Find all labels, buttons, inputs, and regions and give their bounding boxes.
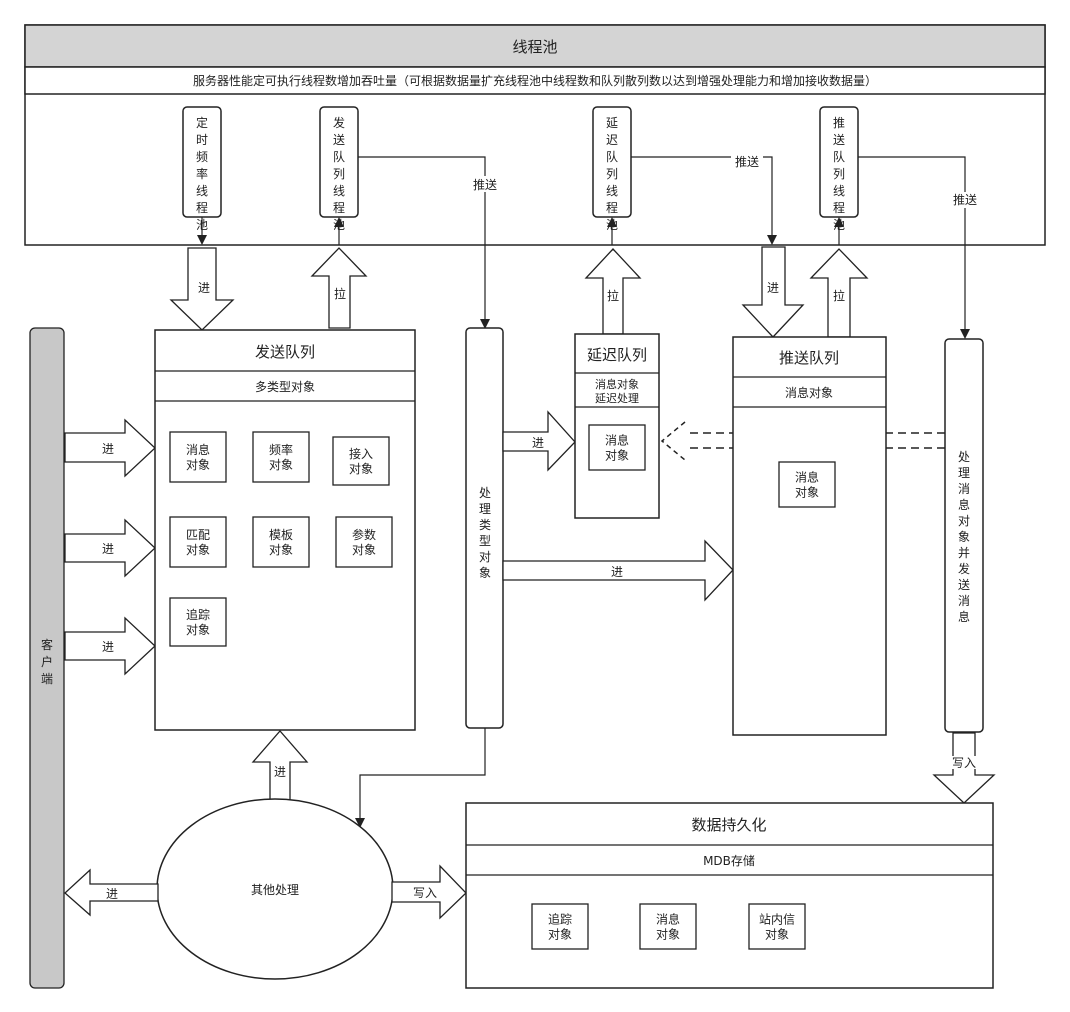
worker-timer: 定时频率线程池 [182,106,222,232]
send-object-trace: 追踪对象 [169,597,227,647]
svg-text:进: 进 [611,565,623,579]
other-processing: 其他处理 [156,798,394,980]
send-object-message: 消息对象 [169,431,227,483]
svg-text:进: 进 [106,887,118,901]
send-object-access: 接入对象 [332,436,390,486]
send-queue-subtitle: 多类型对象 [255,380,315,394]
object-label: 消息 [186,442,210,457]
object-label: 频率 [269,442,293,457]
pull-arrow-push-queue: 拉 [809,248,869,338]
object-label: 对象 [186,543,210,557]
svg-text:进: 进 [198,281,210,295]
send-queue-title: 发送队列 [255,343,315,361]
object-label: 匹配 [186,528,210,542]
push-queue: 推送队列 消息对象 [732,336,887,736]
in-arrow-send-queue: 进 [169,247,235,331]
svg-text:进: 进 [102,442,114,456]
object-label: 消息 [795,470,819,485]
push-label-3: 推送 [953,192,977,207]
svg-text:进: 进 [102,640,114,654]
svg-text:拉: 拉 [607,288,619,303]
object-label: 消息 [656,912,680,927]
push-queue-title: 推送队列 [779,349,839,367]
worker-send-label: 发送队列线程池 [333,115,345,232]
delay-queue-title: 延迟队列 [587,346,647,364]
object-label: 对象 [656,928,680,942]
delay-queue-subtitle-1: 消息对象 [595,377,639,391]
client-bar: 客户端 [29,327,65,989]
send-object-match: 匹配对象 [169,516,227,568]
thread-pool: 线程池 服务器性能定可执行线程数增加吞吐量（可根据数据量扩充线程池中线程数和队列… [24,24,1046,246]
in-arrow-push-queue: 进 [741,246,805,338]
object-label: 对象 [765,928,789,942]
object-label: 对象 [795,486,819,500]
push-label-2: 推送 [735,154,759,169]
in-arrow-to-client: 进 [64,868,159,917]
worker-push-label: 推送队列线程池 [833,116,845,232]
object-label: 站内信 [759,913,795,927]
write-arrow-persistence: 写入 [932,732,996,804]
object-label: 对象 [186,458,210,472]
svg-text:写入: 写入 [952,756,976,770]
in-arrow-push-queue-from-process: 进 [502,539,734,602]
persistence: 数据持久化 MDB存储 [465,802,994,989]
object-label: 对象 [605,449,629,463]
svg-text:进: 进 [102,542,114,556]
delay-queue-subtitle-2: 延迟处理 [595,392,639,405]
svg-text:进: 进 [767,281,779,295]
svg-text:写入: 写入 [413,886,437,900]
process-send: 处理消息对象并发送消息 [944,338,984,733]
object-label: 对象 [352,543,376,557]
thread-pool-subtitle: 服务器性能定可执行线程数增加吞吐量（可根据数据量扩充线程池中线程数和队列散列数以… [193,73,877,88]
other-processing-label: 其他处理 [251,883,299,897]
client-label: 客户端 [41,637,53,686]
object-label: 参数 [352,527,376,542]
persistence-subtitle: MDB存储 [703,853,755,868]
object-label: 对象 [269,543,293,557]
persist-object-trace: 追踪对象 [531,903,589,950]
persistence-title: 数据持久化 [691,816,766,834]
thread-pool-title: 线程池 [512,38,557,56]
persist-object-message: 消息对象 [639,903,697,950]
write-arrow-other: 写入 [391,864,467,920]
object-label: 追踪 [186,607,210,622]
push-object-message: 消息对象 [778,461,836,508]
worker-delay: 延迟队列线程池 [592,106,632,232]
object-label: 接入 [349,446,373,461]
in-arrow-delay-queue: 进 [502,410,576,472]
svg-text:拉: 拉 [833,288,845,303]
in-arrow-send-queue-from-other: 进 [251,730,309,804]
send-object-frequency: 频率对象 [252,431,310,483]
persist-object-inbox: 站内信对象 [748,903,806,950]
send-object-template: 模板对象 [252,516,310,568]
push-queue-subtitle: 消息对象 [785,385,833,400]
delay-object-message: 消息对象 [588,424,646,471]
pull-arrow-delay-queue: 拉 [584,248,642,335]
object-label: 追踪 [548,912,572,927]
object-label: 消息 [605,433,629,448]
object-label: 对象 [349,462,373,476]
object-label: 对象 [548,928,572,942]
object-label: 对象 [186,623,210,637]
worker-send: 发送队列线程池 [319,106,359,232]
process-type-object: 处理类型对象 [465,327,504,729]
svg-text:拉: 拉 [334,286,346,301]
worker-timer-label: 定时频率线程池 [196,115,208,232]
push-label-1: 推送 [473,177,497,192]
pull-arrow-send-queue: 拉 [310,247,368,329]
worker-delay-label: 延迟队列线程池 [606,116,618,232]
send-object-param: 参数对象 [335,516,393,568]
object-label: 对象 [269,458,293,472]
architecture-diagram: 线程池 服务器性能定可执行线程数增加吞吐量（可根据数据量扩充线程池中线程数和队列… [24,24,1046,989]
in-arrow-client-1: 进 [64,418,156,478]
in-arrow-client-3: 进 [64,616,156,676]
svg-text:进: 进 [274,765,286,779]
worker-push: 推送队列线程池 [819,106,859,232]
process-send-label: 处理消息对象并发送消息 [958,450,970,624]
in-arrow-client-2: 进 [64,518,156,578]
svg-text:进: 进 [532,436,544,450]
object-label: 模板 [269,528,293,542]
